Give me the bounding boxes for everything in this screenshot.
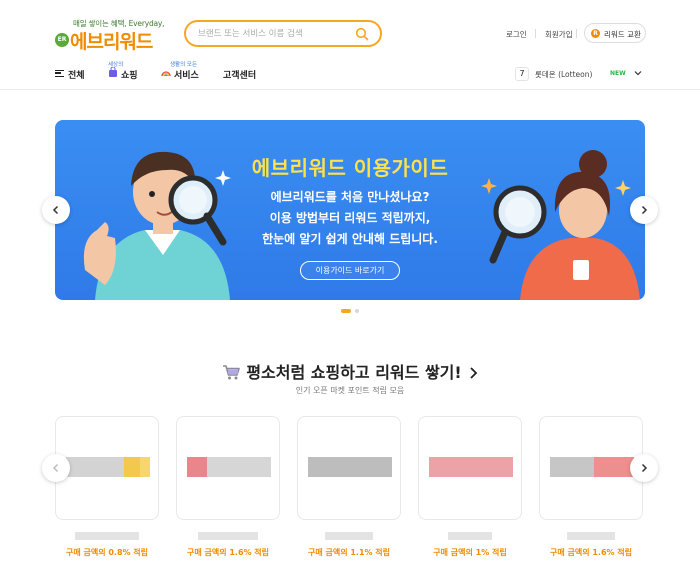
market-name-placeholder — [539, 530, 643, 540]
rank-number: 7 — [515, 67, 529, 81]
market-name-placeholder — [297, 530, 401, 540]
reward-icon: R — [591, 29, 600, 38]
nav-service-sub: 생활의 모든 — [170, 62, 198, 68]
market-logo — [550, 457, 634, 477]
chevron-right-icon — [470, 367, 477, 379]
shopping-bag-icon — [109, 67, 117, 77]
section-header[interactable]: 평소처럼 쇼핑하고 리워드 쌓기! — [0, 359, 700, 383]
market-name-placeholder — [55, 530, 159, 540]
menu-icon[interactable] — [55, 70, 64, 77]
banner-prev-button[interactable] — [42, 196, 70, 224]
cards-prev-button[interactable] — [42, 454, 70, 482]
market-card[interactable] — [418, 416, 522, 520]
site-header: 매일 쌓이는 혜택, Everyday, ER 에브리워드 로그인 회원가입 R… — [0, 0, 700, 90]
market-card[interactable] — [176, 416, 280, 520]
cards-next-button[interactable] — [630, 454, 658, 482]
chevron-right-icon — [641, 205, 648, 215]
nav-shopping[interactable]: 쇼핑 — [121, 68, 138, 81]
pagination-dot[interactable] — [355, 309, 359, 313]
divider — [576, 29, 577, 38]
market-logo — [66, 457, 150, 477]
chevron-left-icon — [52, 463, 59, 473]
rank-item[interactable]: 롯데온 (Lotteon) — [535, 69, 592, 80]
signup-link[interactable]: 회원가입 — [545, 29, 573, 40]
divider — [535, 29, 536, 38]
reward-rate: 구매 금액의 1.6% 적립 — [186, 548, 270, 557]
banner-title: 에브리워드 이용가이드 — [251, 156, 449, 180]
market-logo — [308, 457, 392, 477]
hero-banner[interactable]: 에브리워드 이용가이드 에브리워드를 처음 만나셨나요? 이용 방법부터 리워드… — [55, 120, 645, 300]
pagination-dot-active[interactable] — [341, 309, 351, 313]
banner-next-button[interactable] — [630, 196, 658, 224]
new-badge: NEW — [610, 70, 626, 77]
nav-all[interactable]: 전체 — [68, 68, 85, 81]
search-input[interactable] — [198, 26, 353, 42]
banner-line-2: 이용 방법부터 리워드 적립까지, — [269, 211, 431, 225]
logo-text: 에브리워드 — [70, 31, 153, 53]
login-link[interactable]: 로그인 — [506, 29, 527, 40]
market-logo — [187, 457, 271, 477]
nav-support[interactable]: 고객센터 — [223, 68, 256, 81]
nav-service[interactable]: 서비스 — [174, 68, 199, 81]
guide-link-button[interactable]: 이용가이드 바로가기 — [300, 261, 400, 280]
reward-exchange-button[interactable]: R 리워드 교환 — [584, 23, 646, 43]
reward-rate: 구매 금액의 1.1% 적립 — [307, 548, 391, 557]
site-logo[interactable]: 매일 쌓이는 혜택, Everyday, ER 에브리워드 — [55, 18, 165, 53]
search-icon[interactable] — [355, 27, 369, 41]
market-card[interactable] — [297, 416, 401, 520]
market-name-placeholder — [176, 530, 280, 540]
section-subtitle: 인기 오픈 마켓 포인트 적립 모음 — [295, 386, 405, 395]
reward-rate: 구매 금액의 0.8% 적립 — [65, 548, 149, 557]
cart-icon — [223, 365, 241, 380]
reward-exchange-label: 리워드 교환 — [604, 30, 641, 39]
banner-line-3: 한눈에 알기 쉽게 안내해 드립니다. — [262, 232, 438, 246]
chevron-down-icon[interactable] — [634, 69, 642, 77]
banner-line-1: 에브리워드를 처음 만나셨나요? — [270, 190, 430, 204]
chevron-left-icon — [52, 205, 59, 215]
market-logo — [429, 457, 513, 477]
reward-rate: 구매 금액의 1% 적립 — [433, 548, 507, 557]
search-bar — [184, 20, 382, 47]
rainbow-icon — [161, 71, 171, 77]
reward-rate: 구매 금액의 1.6% 적립 — [549, 548, 633, 557]
chevron-right-icon — [641, 463, 648, 473]
market-card[interactable] — [539, 416, 643, 520]
logo-badge: ER — [55, 33, 69, 47]
section-title: 평소처럼 쇼핑하고 리워드 쌓기! — [246, 363, 462, 382]
market-card[interactable] — [55, 416, 159, 520]
market-name-placeholder — [418, 530, 522, 540]
